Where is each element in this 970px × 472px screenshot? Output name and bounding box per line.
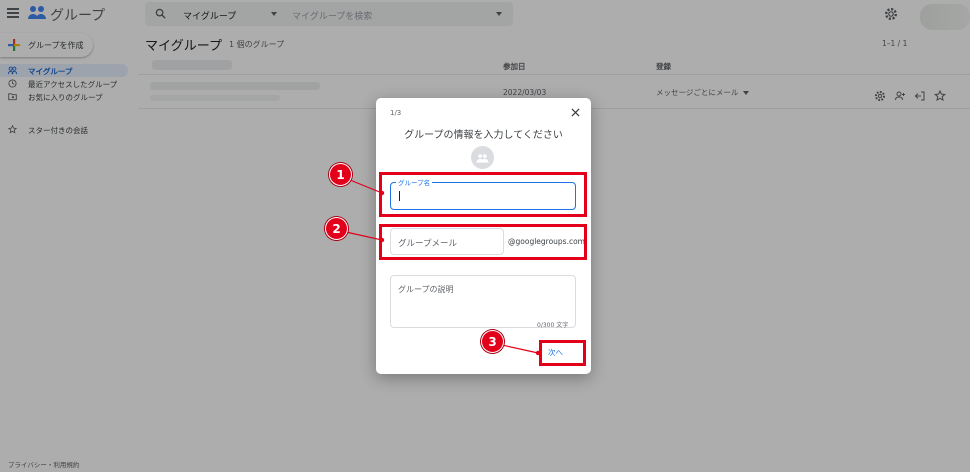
close-icon[interactable] [571,108,580,117]
annotation-badge-1: 1 [329,163,352,186]
group-description-placeholder: グループの説明 [398,285,454,294]
dialog-title: グループの情報を入力してください [404,130,563,141]
character-counter: 0/300 文字 [537,322,569,329]
highlight-box-3 [539,340,586,366]
group-avatar[interactable] [471,146,494,169]
step-indicator: 1/3 [390,109,402,117]
people-icon [476,153,489,163]
annotation-badge-3: 3 [481,330,504,353]
highlight-box-2 [379,224,587,260]
annotation-badge-2: 2 [325,217,348,240]
highlight-box-1 [379,172,587,217]
